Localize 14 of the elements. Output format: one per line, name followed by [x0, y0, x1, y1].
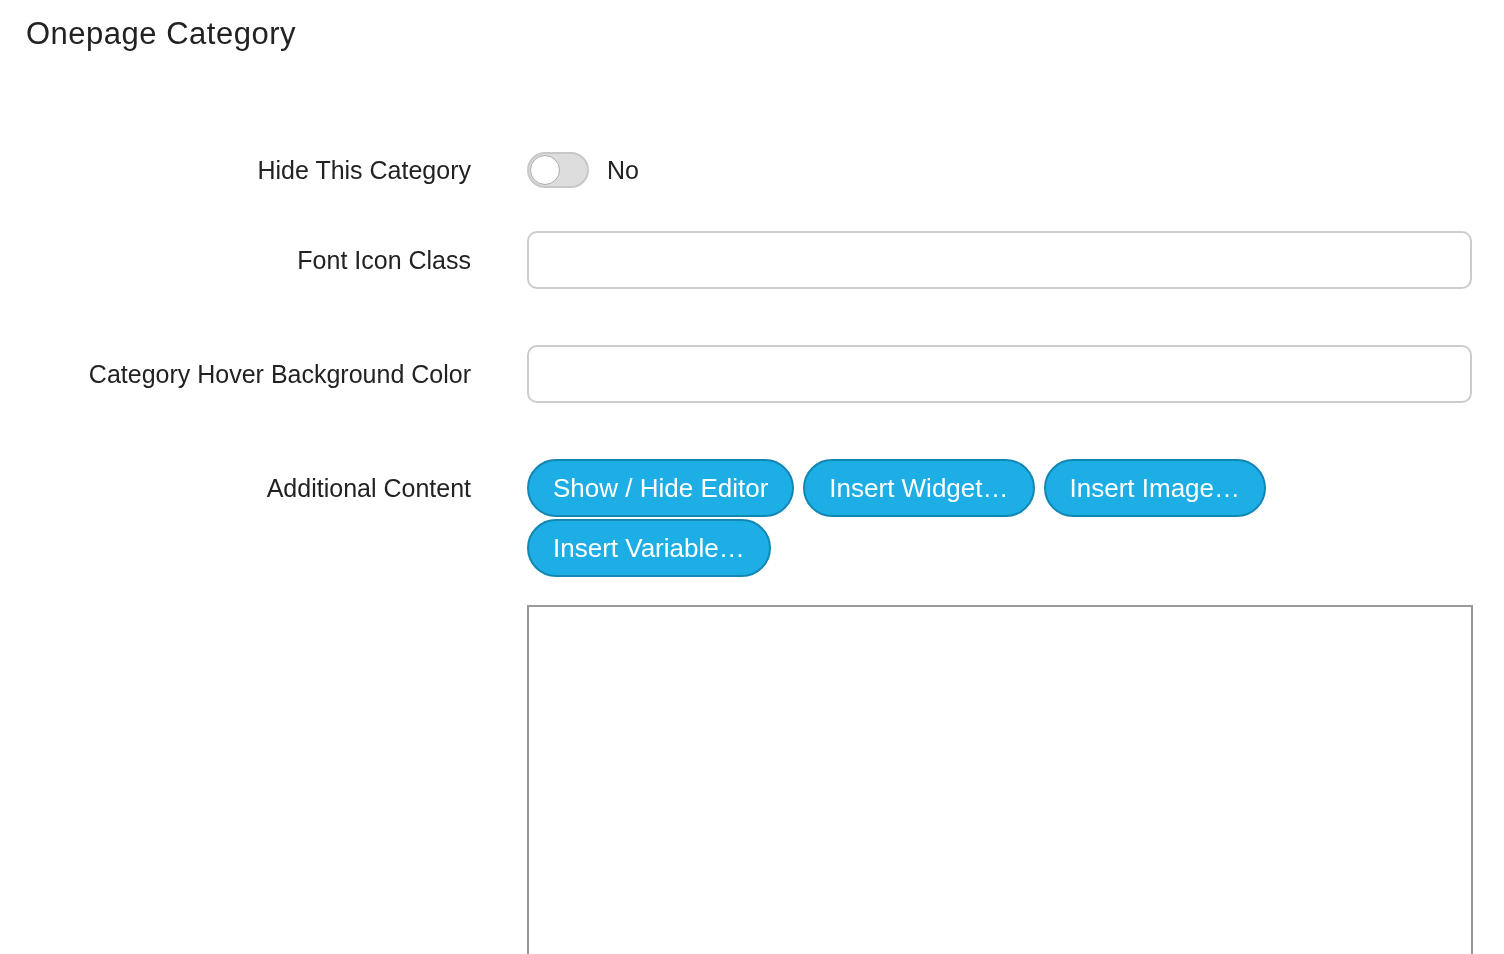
editor-button[interactable]: Insert Image… [1043, 459, 1266, 517]
field-label: Category Hover Background Color [88, 359, 471, 390]
text-input[interactable] [527, 231, 1472, 289]
field-label: Additional Content [266, 473, 471, 504]
editor-button[interactable]: Show / Hide Editor [527, 459, 795, 517]
toggle-switch[interactable] [527, 152, 589, 188]
editor-button[interactable]: Insert Variable… [527, 519, 771, 577]
toggle-state-text: No [607, 155, 639, 185]
field-label: Font Icon Class [297, 245, 471, 276]
page-title: Onepage Category [26, 16, 297, 52]
text-input[interactable] [527, 345, 1472, 403]
content-textarea[interactable] [527, 605, 1473, 954]
field-label: Hide This Category [257, 155, 471, 186]
editor-button[interactable]: Insert Widget… [803, 459, 1035, 517]
